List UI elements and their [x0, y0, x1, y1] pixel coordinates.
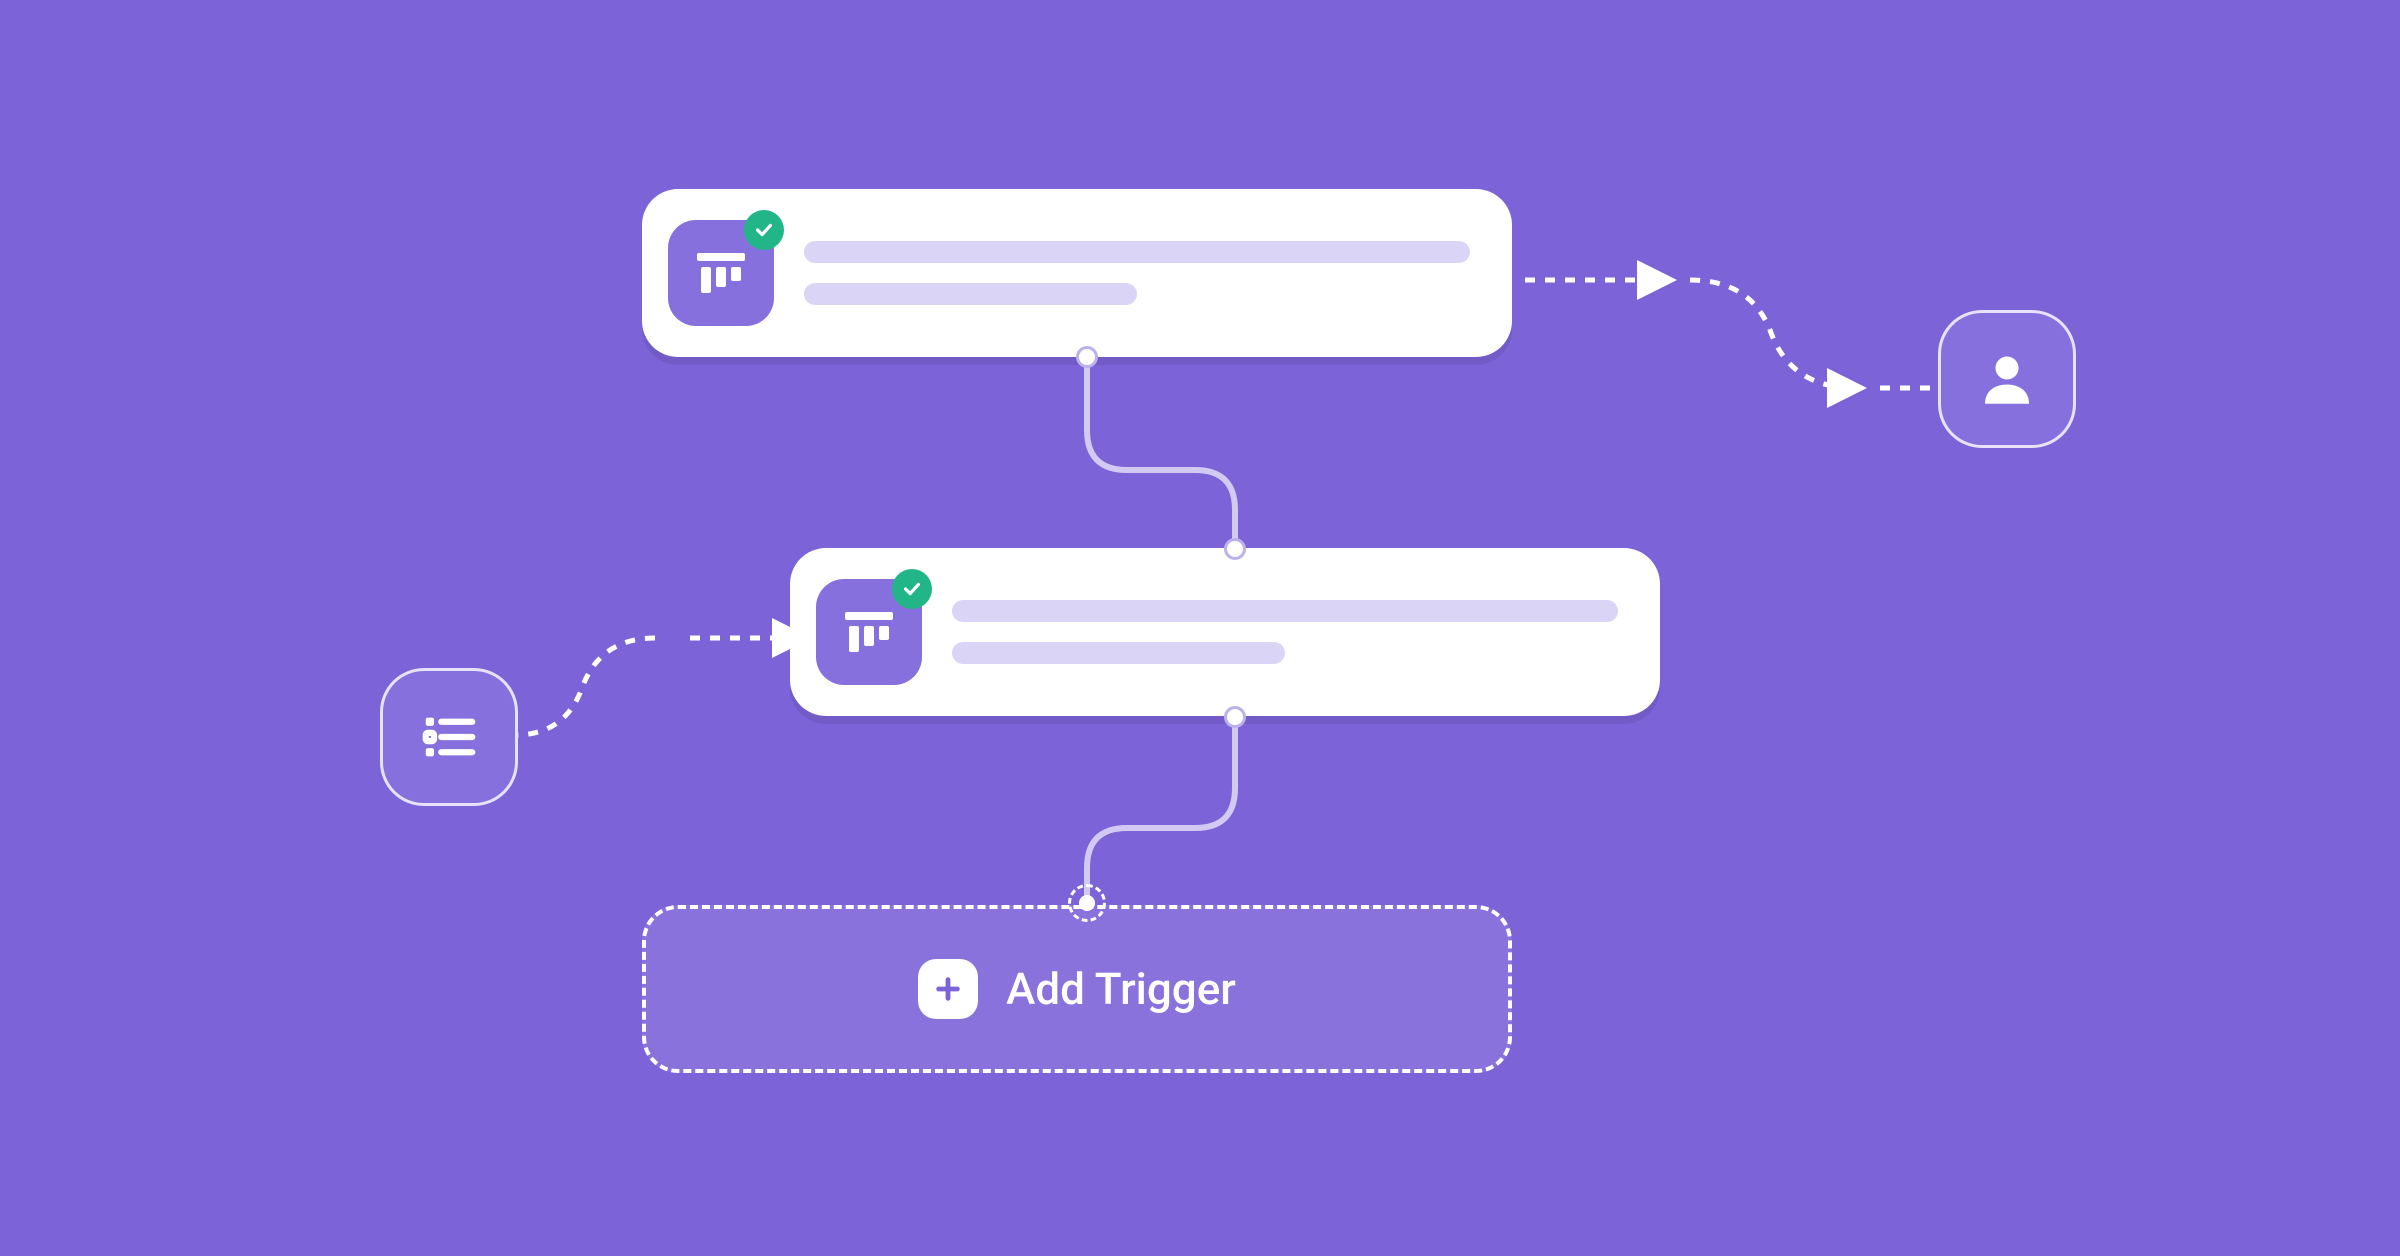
add-trigger-label: Add Trigger [1006, 963, 1236, 1015]
workflow-step-2[interactable] [790, 548, 1660, 716]
board-icon [816, 579, 922, 685]
user-node[interactable] [1938, 310, 2076, 448]
list-node[interactable] [380, 668, 518, 806]
plus-icon [918, 959, 978, 1019]
add-trigger-button[interactable]: Add Trigger [642, 905, 1512, 1073]
check-icon [892, 569, 932, 609]
connector-node [1224, 538, 1246, 560]
board-icon [668, 220, 774, 326]
step-content-placeholder [804, 241, 1470, 305]
connector-node [1076, 346, 1098, 368]
user-icon [1974, 346, 2040, 412]
workflow-step-1[interactable] [642, 189, 1512, 357]
check-icon [744, 210, 784, 250]
connector-node [1224, 706, 1246, 728]
step-content-placeholder [952, 600, 1618, 664]
list-icon [418, 706, 480, 768]
workflow-canvas: Add Trigger [0, 0, 2400, 1256]
